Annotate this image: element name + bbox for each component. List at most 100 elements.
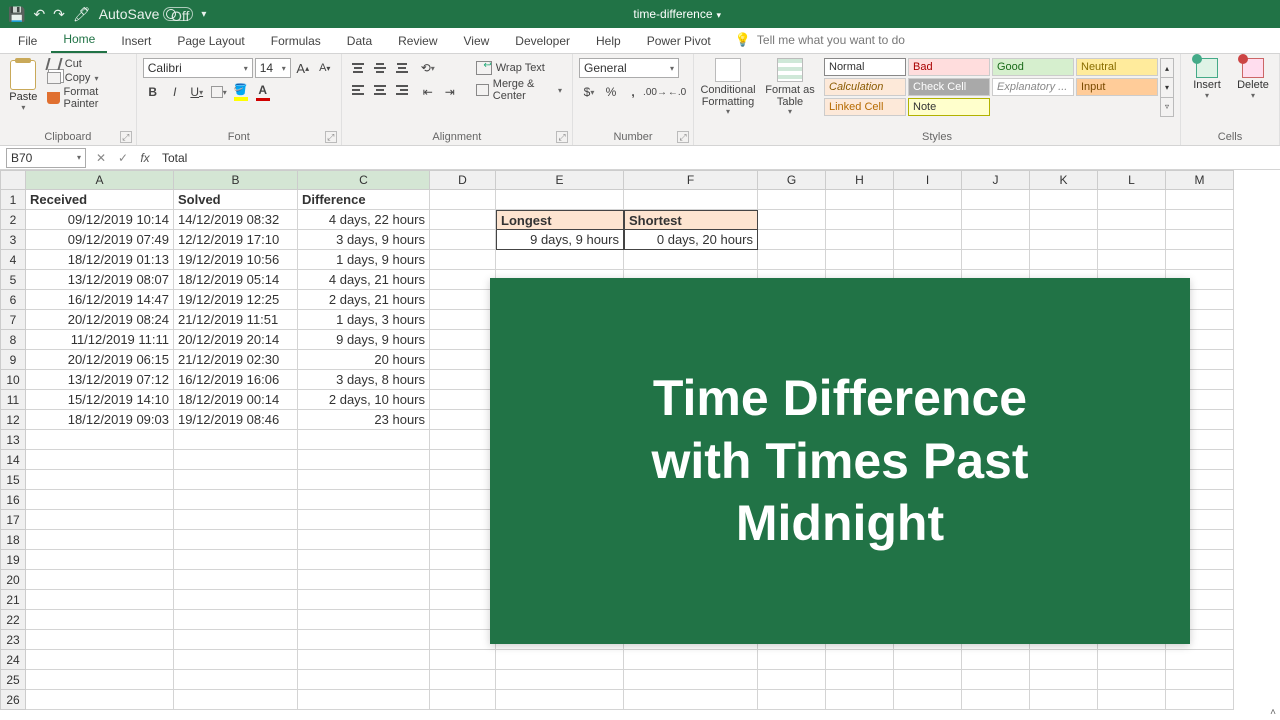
style-bad[interactable]: Bad: [908, 58, 990, 76]
cell-I25[interactable]: [894, 670, 962, 690]
cell-B20[interactable]: [174, 570, 298, 590]
cell-A25[interactable]: [26, 670, 174, 690]
alignment-dialog-launcher[interactable]: ⤢: [556, 131, 568, 143]
autosave-toggle[interactable]: AutoSave Off: [99, 6, 194, 22]
row-header[interactable]: 10: [0, 370, 26, 390]
cell-F26[interactable]: [624, 690, 758, 710]
gallery-more-icon[interactable]: ▿: [1161, 98, 1173, 116]
cell-B17[interactable]: [174, 510, 298, 530]
increase-decimal-button[interactable]: .00→: [645, 82, 665, 102]
insert-cells-button[interactable]: Insert▾: [1187, 58, 1227, 100]
percent-button[interactable]: %: [601, 82, 621, 102]
cell-J26[interactable]: [962, 690, 1030, 710]
cell-D25[interactable]: [430, 670, 496, 690]
cell-A21[interactable]: [26, 590, 174, 610]
cell-C5[interactable]: 4 days, 21 hours: [298, 270, 430, 290]
cell-L25[interactable]: [1098, 670, 1166, 690]
cell-C11[interactable]: 2 days, 10 hours: [298, 390, 430, 410]
cell-I26[interactable]: [894, 690, 962, 710]
cell-L3[interactable]: [1098, 230, 1166, 250]
col-header-K[interactable]: K: [1030, 170, 1098, 190]
align-right-button[interactable]: [392, 80, 412, 100]
cell-B4[interactable]: 19/12/2019 10:56: [174, 250, 298, 270]
cell-D15[interactable]: [430, 470, 496, 490]
row-header[interactable]: 23: [0, 630, 26, 650]
tell-me-search[interactable]: 💡 Tell me what you want to do: [735, 32, 905, 53]
row-header[interactable]: 2: [0, 210, 26, 230]
cell-C12[interactable]: 23 hours: [298, 410, 430, 430]
name-box[interactable]: B70▾: [6, 148, 86, 168]
cell-A19[interactable]: [26, 550, 174, 570]
cell-B24[interactable]: [174, 650, 298, 670]
cell-K24[interactable]: [1030, 650, 1098, 670]
row-header[interactable]: 22: [0, 610, 26, 630]
conditional-formatting-button[interactable]: Conditional Formatting▾: [700, 58, 756, 117]
cell-C8[interactable]: 9 days, 9 hours: [298, 330, 430, 350]
row-header[interactable]: 5: [0, 270, 26, 290]
tab-developer[interactable]: Developer: [503, 30, 582, 53]
cell-C6[interactable]: 2 days, 21 hours: [298, 290, 430, 310]
cell-D13[interactable]: [430, 430, 496, 450]
gallery-up-icon[interactable]: ▴: [1161, 59, 1173, 78]
cell-B19[interactable]: [174, 550, 298, 570]
font-name-combo[interactable]: Calibri▾: [143, 58, 253, 78]
col-header-G[interactable]: G: [758, 170, 826, 190]
cell-C25[interactable]: [298, 670, 430, 690]
align-bottom-button[interactable]: [392, 58, 412, 78]
cell-B8[interactable]: 20/12/2019 20:14: [174, 330, 298, 350]
cell-M1[interactable]: [1166, 190, 1234, 210]
cell-C2[interactable]: 4 days, 22 hours: [298, 210, 430, 230]
enter-formula-button[interactable]: ✓: [112, 151, 134, 165]
row-header[interactable]: 7: [0, 310, 26, 330]
cell-A20[interactable]: [26, 570, 174, 590]
cell-B11[interactable]: 18/12/2019 00:14: [174, 390, 298, 410]
cell-J25[interactable]: [962, 670, 1030, 690]
font-size-combo[interactable]: 14▾: [255, 58, 291, 78]
cell-F3[interactable]: 0 days, 20 hours: [624, 230, 758, 250]
col-header-C[interactable]: C: [298, 170, 430, 190]
font-color-button[interactable]: A: [253, 82, 273, 102]
cell-B12[interactable]: 19/12/2019 08:46: [174, 410, 298, 430]
cell-A8[interactable]: 11/12/2019 11:11: [26, 330, 174, 350]
style-calculation[interactable]: Calculation: [824, 78, 906, 96]
cell-A10[interactable]: 13/12/2019 07:12: [26, 370, 174, 390]
tab-help[interactable]: Help: [584, 30, 633, 53]
cell-K1[interactable]: [1030, 190, 1098, 210]
cell-D26[interactable]: [430, 690, 496, 710]
col-header-J[interactable]: J: [962, 170, 1030, 190]
style-good[interactable]: Good: [992, 58, 1074, 76]
row-header[interactable]: 1: [0, 190, 26, 210]
cell-D18[interactable]: [430, 530, 496, 550]
cell-E3[interactable]: 9 days, 9 hours: [496, 230, 624, 250]
row-header[interactable]: 11: [0, 390, 26, 410]
cell-B7[interactable]: 21/12/2019 11:51: [174, 310, 298, 330]
cell-B26[interactable]: [174, 690, 298, 710]
tab-insert[interactable]: Insert: [109, 30, 163, 53]
cell-A18[interactable]: [26, 530, 174, 550]
cell-G2[interactable]: [758, 210, 826, 230]
cell-A3[interactable]: 09/12/2019 07:49: [26, 230, 174, 250]
row-header[interactable]: 25: [0, 670, 26, 690]
cell-B3[interactable]: 12/12/2019 17:10: [174, 230, 298, 250]
cell-F2[interactable]: Shortest: [624, 210, 758, 230]
redo-icon[interactable]: ↷: [53, 6, 65, 23]
col-header-L[interactable]: L: [1098, 170, 1166, 190]
row-header[interactable]: 4: [0, 250, 26, 270]
cell-D21[interactable]: [430, 590, 496, 610]
row-header[interactable]: 24: [0, 650, 26, 670]
cell-A26[interactable]: [26, 690, 174, 710]
cell-I24[interactable]: [894, 650, 962, 670]
cell-A23[interactable]: [26, 630, 174, 650]
row-header[interactable]: 9: [0, 350, 26, 370]
cell-I4[interactable]: [894, 250, 962, 270]
row-header[interactable]: 26: [0, 690, 26, 710]
style-explanatory[interactable]: Explanatory ...: [992, 78, 1074, 96]
tab-view[interactable]: View: [452, 30, 502, 53]
cell-D20[interactable]: [430, 570, 496, 590]
cell-G1[interactable]: [758, 190, 826, 210]
cell-K2[interactable]: [1030, 210, 1098, 230]
row-header[interactable]: 12: [0, 410, 26, 430]
increase-indent-button[interactable]: ⇥: [440, 82, 460, 102]
cell-C23[interactable]: [298, 630, 430, 650]
align-top-button[interactable]: [348, 58, 368, 78]
